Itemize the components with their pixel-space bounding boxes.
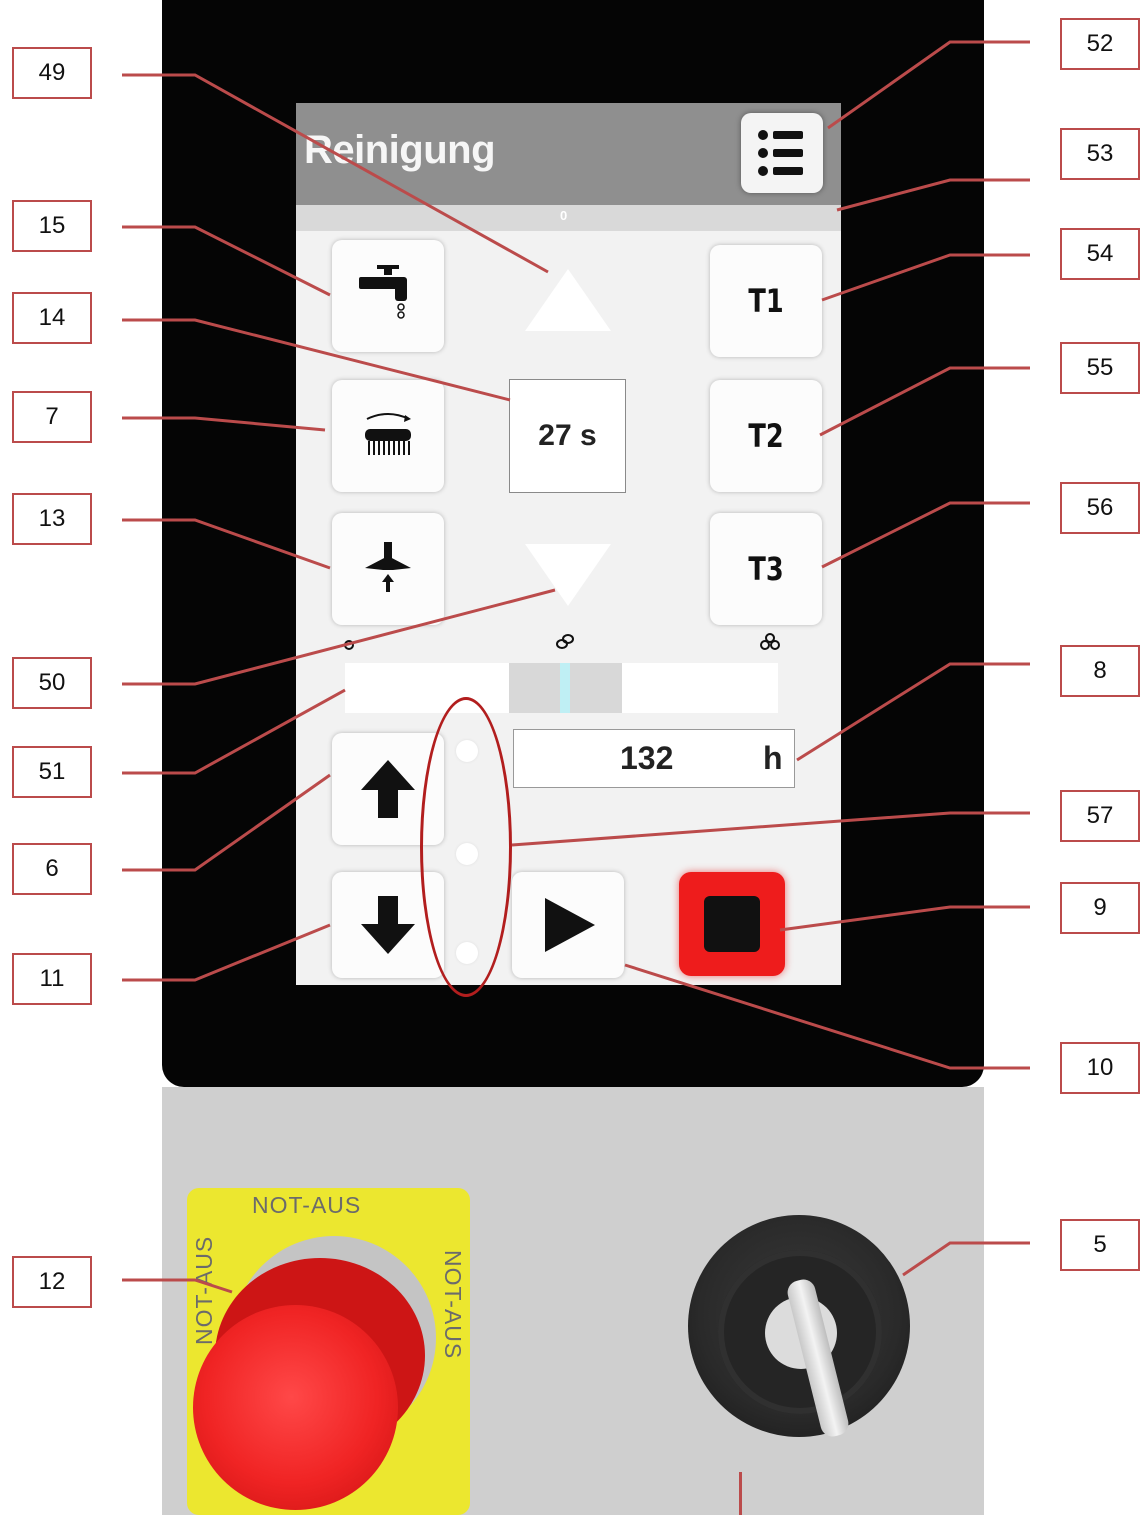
leader-56 [821, 501, 1030, 569]
callout-51: 51 [12, 746, 92, 798]
leader-54 [821, 253, 1030, 302]
leader-9 [779, 905, 1030, 932]
leader-49 [122, 73, 549, 274]
leader-6 [122, 773, 331, 872]
callout-56: 56 [1060, 482, 1140, 534]
leader-13 [122, 518, 331, 570]
leader-52 [827, 40, 1030, 130]
callout-8: 8 [1060, 645, 1140, 697]
leader-51 [122, 688, 346, 775]
leader-5 [902, 1241, 1030, 1277]
leader-57 [511, 811, 1030, 847]
leader-10 [624, 963, 1030, 1070]
leader-55 [819, 366, 1030, 437]
callout-57: 57 [1060, 790, 1140, 842]
callout-52: 52 [1060, 18, 1140, 70]
leader-11 [122, 923, 331, 982]
leader-50 [122, 588, 556, 686]
leader-8 [796, 662, 1030, 762]
callout-53: 53 [1060, 128, 1140, 180]
leader-53 [836, 178, 1030, 212]
callout-9: 9 [1060, 882, 1140, 934]
callout-7: 7 [12, 391, 92, 443]
callout-leader-lines [122, 40, 1030, 1294]
leader-15 [122, 225, 331, 297]
callout-55: 55 [1060, 342, 1140, 394]
callout-5: 5 [1060, 1219, 1140, 1271]
callout-49: 49 [12, 47, 92, 99]
leader-7 [122, 416, 326, 432]
callout-10: 10 [1060, 1042, 1140, 1094]
callout-14: 14 [12, 292, 92, 344]
callout-15: 15 [12, 200, 92, 252]
leader-14 [122, 318, 511, 402]
callout-50: 50 [12, 657, 92, 709]
callout-54: 54 [1060, 228, 1140, 280]
callout-12: 12 [12, 1256, 92, 1308]
leader-12 [122, 1278, 233, 1294]
callout-13: 13 [12, 493, 92, 545]
callout-11: 11 [12, 953, 92, 1005]
callout-6: 6 [12, 843, 92, 895]
